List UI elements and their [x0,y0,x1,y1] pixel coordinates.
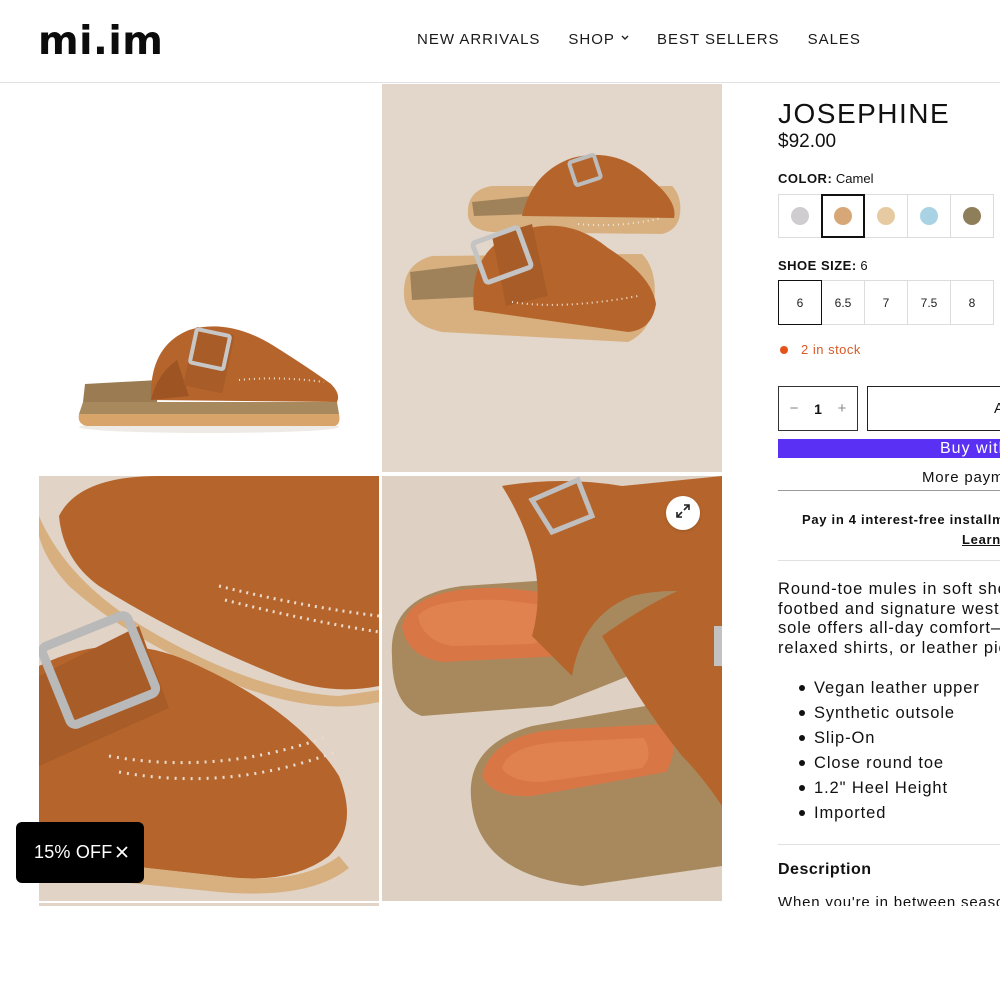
installments-learn-more-link[interactable]: Learn [778,532,1000,547]
more-payment-options-link[interactable]: More paym [778,469,1000,491]
zoom-button[interactable] [666,496,700,530]
color-swatches [778,194,994,238]
blurb-line: relaxed shirts, or leather piec [778,638,1000,657]
brand-logo[interactable]: mi.im [38,20,163,64]
stock-dot-icon [780,345,788,354]
installments-info: Pay in 4 interest-free installm Learn [778,512,1000,547]
quantity-decrease-button[interactable]: − [787,400,801,417]
nav-shop-label: SHOP [568,31,615,48]
discount-popup-button[interactable]: 15% OFF [16,822,144,883]
color-swatch-camel[interactable] [821,194,865,238]
size-option-label: SHOE SIZE: 6 [778,258,868,273]
size-option[interactable]: 7 [864,280,908,325]
feature-item: Slip-On [778,728,980,753]
quantity-value[interactable]: 1 [814,401,822,417]
size-option[interactable]: 8 [950,280,994,325]
nav-new-arrivals[interactable]: NEW ARRIVALS [417,31,540,49]
size-label: SHOE SIZE: [778,258,857,273]
product-image-footbed-closeup[interactable] [382,476,722,901]
feature-list: Vegan leather upper Synthetic outsole Sl… [778,678,980,828]
shop-pay-button[interactable]: Buy with [778,439,1000,458]
swatch-dot [791,207,809,225]
color-selected-value: Camel [835,171,874,186]
nav-best-sellers[interactable]: BEST SELLERS [657,31,780,49]
nav-shop[interactable]: SHOP [568,31,629,49]
product-blurb: Round-toe mules in soft shee footbed and… [778,580,1000,658]
color-swatch-sand[interactable] [864,194,908,238]
swatch-dot [963,207,981,225]
chevron-down-icon [621,30,629,48]
product-image-pair[interactable] [382,84,722,472]
expand-icon [675,503,691,524]
feature-item: Imported [778,803,980,828]
color-option-label: COLOR: Camel [778,171,873,186]
feature-item: Vegan leather upper [778,678,980,703]
feature-item: 1.2" Heel Height [778,778,980,803]
color-label: COLOR: [778,171,833,186]
description-text: When you're in between seasons [778,894,1000,906]
feature-item: Synthetic outsole [778,703,980,728]
product-price: $92.00 [778,131,837,152]
color-swatch-gray[interactable] [778,194,822,238]
product-image-side-view[interactable] [39,84,380,472]
product-info-panel: JOSEPHINE $92.00 COLOR: Camel SHOE SIZE:… [778,84,1000,906]
product-title: JOSEPHINE [778,98,951,129]
product-gallery [0,84,722,906]
size-option[interactable]: 6.5 [821,280,865,325]
quantity-increase-button[interactable]: + [835,400,849,417]
description-accordion-title[interactable]: Description [778,861,872,879]
installments-text: Pay in 4 interest-free installm [802,512,1000,527]
close-icon[interactable] [111,841,133,863]
nav-sales[interactable]: SALES [808,31,861,49]
blurb-line: Round-toe mules in soft shee [778,580,1000,598]
size-option[interactable]: 7.5 [907,280,951,325]
size-options: 6 6.5 7 7.5 8 [778,280,994,325]
main-nav: NEW ARRIVALS SHOP BEST SELLERS SALES [417,31,889,49]
divider [778,560,1000,561]
page-footer-space [0,906,1000,1000]
blurb-line: sole offers all-day comfort—p [778,619,1000,637]
blurb-line: footbed and signature wester [778,599,1000,618]
swatch-dot [834,207,852,225]
color-swatch-blue[interactable] [907,194,951,238]
size-option[interactable]: 6 [778,280,822,325]
quantity-stepper: − 1 + [778,386,858,431]
discount-label: 15% OFF [34,842,113,862]
swatch-dot [877,207,895,225]
stock-text: 2 in stock [801,342,861,357]
divider [778,844,1000,845]
site-header: mi.im NEW ARRIVALS SHOP BEST SELLERS SAL… [0,0,1000,83]
feature-item: Close round toe [778,753,980,778]
stock-status: 2 in stock [778,342,861,357]
color-swatch-olive[interactable] [950,194,994,238]
add-to-cart-button[interactable]: A [867,386,1000,431]
size-selected-value: 6 [860,258,868,273]
swatch-dot [920,207,938,225]
